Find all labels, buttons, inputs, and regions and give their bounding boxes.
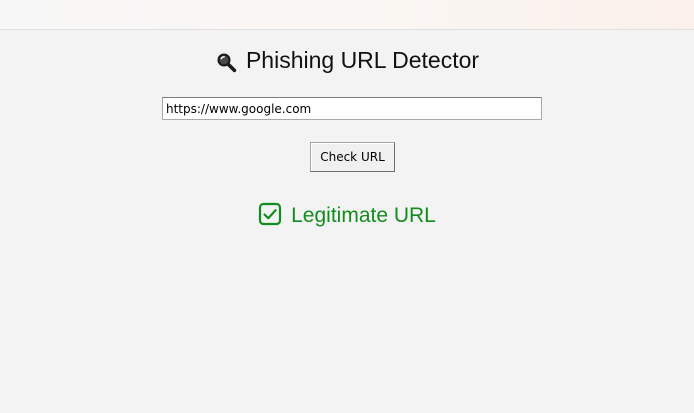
check-url-button[interactable]: Check URL — [310, 142, 395, 172]
app-title: Phishing URL Detector — [245, 47, 480, 73]
result-text: Legitimate URL — [291, 204, 436, 227]
url-input[interactable] — [162, 97, 542, 120]
result-message: Legitimate URL — [0, 200, 694, 232]
app-heading: Phishing URL Detector — [0, 44, 694, 76]
checkbox-check-icon — [258, 202, 282, 226]
window-title-bar — [0, 0, 694, 30]
magnifier-icon — [215, 49, 237, 73]
